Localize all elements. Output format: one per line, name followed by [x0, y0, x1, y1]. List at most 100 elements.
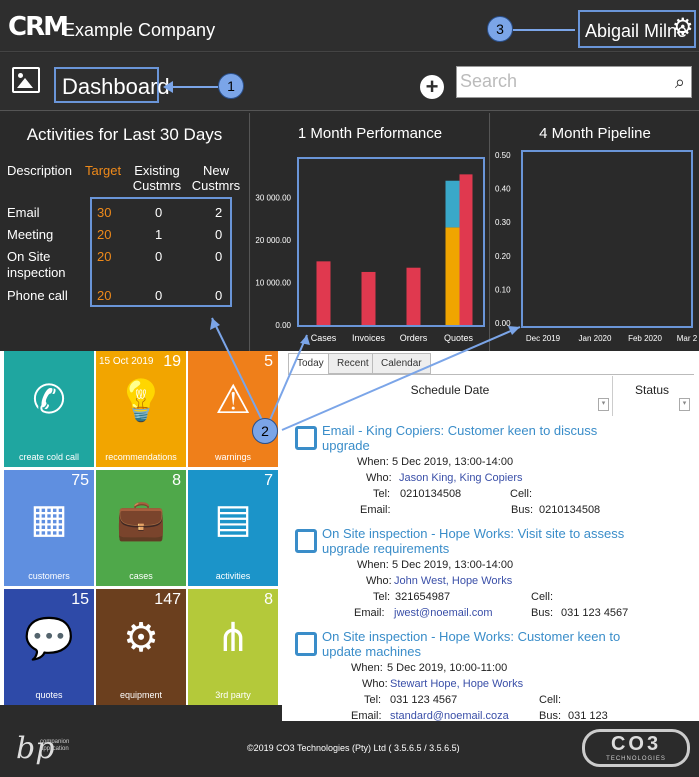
x-tick-label: Mar 2	[677, 334, 698, 343]
bus-label: Bus:	[511, 504, 534, 516]
add-icon[interactable]: +	[420, 75, 444, 99]
lightbulb-icon: 💡	[116, 379, 166, 423]
callout-1-arrowhead	[163, 81, 173, 93]
tile-count: 5	[264, 353, 273, 370]
tel-label: Tel:	[373, 591, 391, 603]
tile-label: cases	[129, 571, 153, 581]
tel-value: 0210134508	[400, 488, 462, 500]
pipeline-highlight	[521, 150, 693, 328]
tile-grid: ✆ create cold call 15 Oct 2019 19 💡 reco…	[0, 351, 282, 705]
col-status[interactable]: Status ▾	[614, 376, 690, 416]
y-tick-label: 10 000.00	[255, 279, 291, 288]
x-tick-label: Cases	[311, 333, 337, 343]
search-input[interactable]: Search ⌕	[456, 66, 692, 98]
item-title[interactable]: On Site inspection - Hope Works: Visit s…	[322, 526, 632, 556]
tile-warnings[interactable]: 5 ⚠ warnings	[188, 351, 278, 467]
col-schedule-date[interactable]: Schedule Date ▾	[288, 376, 613, 416]
top-bar: CRM Example Company Abigail Milne ⚙	[0, 0, 699, 52]
footer: bp companion application ©2019 CO3 Techn…	[0, 721, 699, 777]
email-label: Email:	[354, 607, 385, 619]
bus-label: Bus:	[531, 607, 554, 619]
activities-panel: Activities for Last 30 Days Description …	[0, 113, 250, 351]
y-tick-label: 0.10	[495, 285, 511, 294]
cell-label: Cell:	[539, 694, 562, 706]
x-tick-label: Jan 2020	[579, 334, 612, 343]
tile-recommendations[interactable]: 15 Oct 2019 19 💡 recommendations	[96, 351, 186, 467]
gear-icon[interactable]: ⚙	[672, 13, 694, 42]
tile-3rd-party[interactable]: 8 ⋔ 3rd party	[188, 589, 278, 705]
company-name: Example Company	[63, 20, 216, 40]
when-label: When:	[351, 662, 383, 674]
briefcase-icon: 💼	[116, 498, 166, 542]
badge-line2: application	[40, 746, 69, 752]
item-title[interactable]: On Site inspection - Hope Works: Custome…	[322, 629, 632, 659]
who-link[interactable]: John West, Hope Works	[394, 575, 512, 587]
y-tick-label: 0.00	[275, 321, 291, 330]
performance-panel: 1 Month Performance 30 000.00 20 000.00 10…	[251, 113, 490, 351]
tile-label: activities	[215, 571, 251, 581]
tile-label: recommendations	[105, 452, 177, 462]
tile-create-cold-call[interactable]: ✆ create cold call	[4, 351, 94, 467]
email-label: Email:	[360, 504, 391, 516]
calendar-icon	[295, 426, 317, 450]
co3-logo: CO3 TECHNOLOGIES	[582, 729, 690, 767]
schedule-panel: Today Recent Calendar Schedule Date ▾ St…	[282, 351, 699, 722]
bus-value: 0210134508	[539, 504, 601, 516]
tile-equipment[interactable]: 147 ⚙ equipment	[96, 589, 186, 705]
warning-icon: ⚠	[215, 378, 251, 422]
x-tick-label: Orders	[400, 333, 428, 343]
copyright: ©2019 CO3 Technologies (Pty) Ltd ( 3.5.6…	[247, 743, 460, 753]
chat-icon: 💬	[24, 617, 74, 661]
tab-calendar[interactable]: Calendar	[372, 353, 431, 374]
search-icon[interactable]: ⌕	[675, 72, 685, 93]
who-link[interactable]: Jason King, King Copiers	[399, 472, 523, 484]
tile-cases[interactable]: 8 💼 cases	[96, 470, 186, 586]
x-tick-label: Quotes	[444, 333, 474, 343]
bus-value: 031 123 4567	[561, 607, 629, 619]
tile-quotes[interactable]: 15 💬 quotes	[4, 589, 94, 705]
tile-count: 7	[264, 472, 273, 489]
col-new: New Custmrs	[191, 163, 241, 193]
building-icon: ▦	[30, 497, 68, 541]
item-title[interactable]: Email - King Copiers: Customer keen to d…	[322, 423, 622, 453]
tel-label: Tel:	[364, 694, 382, 706]
email-link[interactable]: jwest@noemail.com	[394, 607, 493, 619]
tab-today[interactable]: Today	[288, 353, 333, 374]
tile-customers[interactable]: 75 ▦ customers	[4, 470, 94, 586]
toolbar: Dashboard + Search ⌕	[0, 53, 699, 111]
calendar-icon: ▤	[214, 497, 252, 541]
row-description: On Site inspection	[7, 249, 66, 280]
activities-title: Activities for Last 30 Days	[26, 125, 223, 144]
row-description: Email	[7, 205, 40, 220]
tile-count: 8	[172, 472, 181, 489]
filter-icon[interactable]: ▾	[598, 398, 609, 411]
tile-label: create cold call	[18, 452, 80, 462]
x-tick-label: Feb 2020	[628, 334, 662, 343]
calendar-icon	[295, 529, 317, 553]
tile-count: 15	[71, 591, 89, 608]
tile-activities[interactable]: 7 ▤ activities	[188, 470, 278, 586]
tel-label: Tel:	[373, 488, 391, 500]
tile-count: 147	[154, 591, 181, 608]
who-label: Who:	[366, 575, 392, 587]
who-link[interactable]: Stewart Hope, Hope Works	[390, 678, 523, 690]
col-target: Target	[85, 163, 122, 178]
filter-icon[interactable]: ▾	[679, 398, 690, 411]
image-icon[interactable]	[12, 67, 40, 93]
y-tick-label: 20 000.00	[255, 236, 291, 245]
tel-value: 031 123 4567	[390, 694, 458, 706]
performance-highlight	[297, 157, 485, 327]
x-tick-label: Invoices	[352, 333, 386, 343]
badge-line1: companion	[40, 739, 70, 745]
tile-date: 15 Oct 2019	[99, 356, 154, 367]
page-title: Dashboard	[54, 67, 170, 103]
col-status-label: Status	[634, 383, 670, 397]
col-description: Description	[7, 163, 73, 178]
share-icon: ⋔	[216, 616, 250, 660]
x-tick-label: Dec 2019	[526, 334, 561, 343]
tab-recent[interactable]: Recent	[328, 353, 378, 374]
tile-label: warnings	[214, 452, 252, 462]
pipeline-panel: 4 Month Pipeline 0.50 0.40 0.30 0.20 0.10 0.0…	[491, 113, 699, 351]
crm-logo[interactable]: CRM	[8, 12, 69, 42]
tab-divider	[288, 374, 694, 375]
